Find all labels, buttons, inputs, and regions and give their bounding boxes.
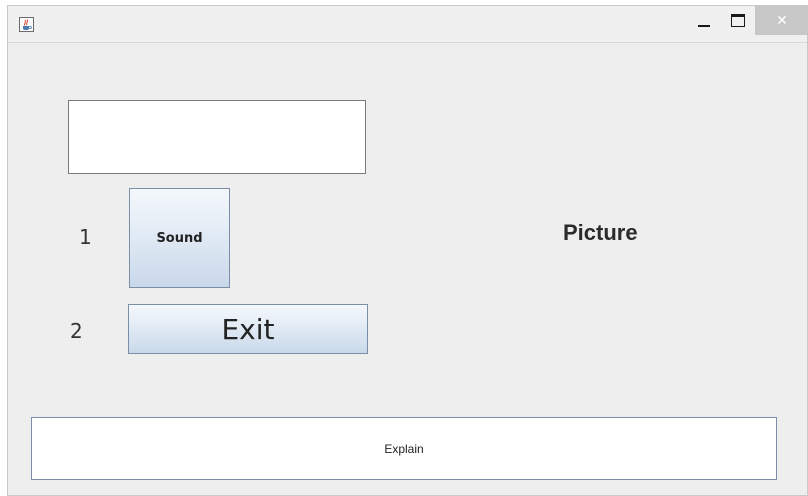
explain-panel: Explain xyxy=(31,417,777,480)
text-field[interactable] xyxy=(68,100,366,174)
row-number-1: 1 xyxy=(79,225,92,249)
maximize-icon xyxy=(731,14,745,27)
explain-label: Explain xyxy=(384,441,424,456)
row-number-2: 2 xyxy=(70,319,83,343)
picture-label: Picture xyxy=(563,220,638,245)
sound-button[interactable]: Sound xyxy=(129,188,230,288)
close-icon: ✕ xyxy=(776,12,788,29)
java-cup-icon[interactable] xyxy=(19,17,34,32)
maximize-button[interactable] xyxy=(723,6,753,35)
title-bar[interactable]: ✕ xyxy=(8,6,808,43)
exit-button-label: Exit xyxy=(221,312,275,346)
exit-button[interactable]: Exit xyxy=(128,304,368,354)
close-button[interactable]: ✕ xyxy=(755,6,808,35)
sound-button-label: Sound xyxy=(156,230,203,246)
app-window: ✕ 1 Sound 2 Exit Picture Explain xyxy=(7,5,808,496)
minimize-button[interactable] xyxy=(689,6,719,35)
minimize-icon xyxy=(698,24,710,27)
